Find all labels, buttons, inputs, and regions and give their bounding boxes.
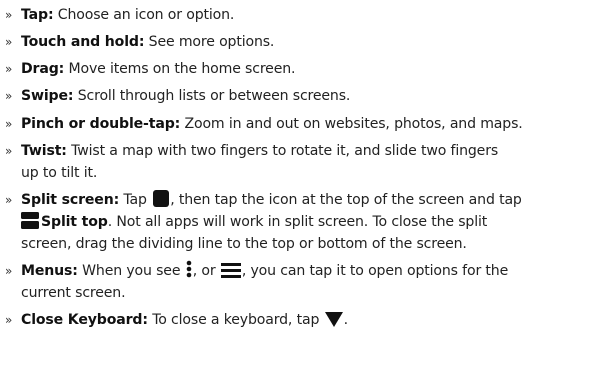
- bullet: »: [5, 89, 13, 103]
- gestures-list: » Tap: Choose an icon or option. » Touch…: [0, 4, 616, 331]
- description: Move items on the home screen.: [68, 61, 296, 77]
- bullet: »: [5, 313, 13, 327]
- hamburger-menu-icon: [220, 263, 241, 278]
- description-part: Tap: [123, 192, 147, 208]
- list-item-drag: » Drag: Move items on the home screen.: [0, 58, 616, 80]
- term: Menus:: [21, 263, 78, 279]
- description-part: . Not all apps will work in split screen…: [107, 214, 488, 230]
- term: Split screen:: [21, 192, 120, 208]
- term: Drag:: [21, 61, 65, 77]
- description: Scroll through lists or between screens.: [77, 88, 351, 104]
- list-item-swipe: » Swipe: Scroll through lists or between…: [0, 85, 616, 107]
- description: Zoom in and out on websites, photos, and…: [184, 116, 523, 132]
- square-icon: [153, 190, 170, 207]
- list-item-pinch: » Pinch or double-tap: Zoom in and out o…: [0, 113, 616, 135]
- bullet: »: [5, 264, 13, 278]
- description-part: current screen.: [21, 285, 126, 301]
- list-item-twist: » Twist: Twist a map with two fingers to…: [0, 140, 616, 184]
- split-screen-icon: [21, 212, 39, 229]
- description-part: When you see: [82, 263, 181, 279]
- description: Choose an icon or option.: [57, 7, 235, 23]
- term: Touch and hold:: [21, 34, 145, 50]
- description-part: screen, drag the dividing line to the to…: [21, 236, 467, 252]
- triangle-down-icon: [324, 312, 343, 327]
- bullet: »: [5, 193, 13, 207]
- bullet: »: [5, 62, 13, 76]
- description: See more options.: [148, 34, 275, 50]
- term: Close Keyboard:: [21, 312, 148, 328]
- term: Tap:: [21, 7, 54, 23]
- description-part: .: [343, 312, 349, 328]
- list-item-split-screen: » Split screen: Tap , then tap the icon …: [0, 189, 616, 255]
- list-item-close-keyboard: » Close Keyboard: To close a keyboard, t…: [0, 309, 616, 331]
- term: Twist:: [21, 143, 67, 159]
- description-line-1: Twist a map with two fingers to rotate i…: [71, 143, 499, 159]
- description-part: , then tap the icon at the top of the sc…: [170, 192, 522, 208]
- description-part: To close a keyboard, tap: [152, 312, 320, 328]
- split-top-label: Split top: [41, 214, 108, 230]
- list-item-tap: » Tap: Choose an icon or option.: [0, 4, 616, 26]
- bullet: »: [5, 35, 13, 49]
- bullet: »: [5, 8, 13, 22]
- term: Swipe:: [21, 88, 74, 104]
- description-line-2: up to tilt it.: [21, 165, 98, 181]
- description-part: , or: [192, 263, 216, 279]
- bullet: »: [5, 144, 13, 158]
- term: Pinch or double-tap:: [21, 116, 181, 132]
- vertical-dots-icon: [186, 260, 191, 278]
- description-part: , you can tap it to open options for the: [241, 263, 509, 279]
- bullet: »: [5, 117, 13, 131]
- list-item-menus: » Menus: When you see , or , you can tap…: [0, 260, 616, 304]
- list-item-touch-and-hold: » Touch and hold: See more options.: [0, 31, 616, 53]
